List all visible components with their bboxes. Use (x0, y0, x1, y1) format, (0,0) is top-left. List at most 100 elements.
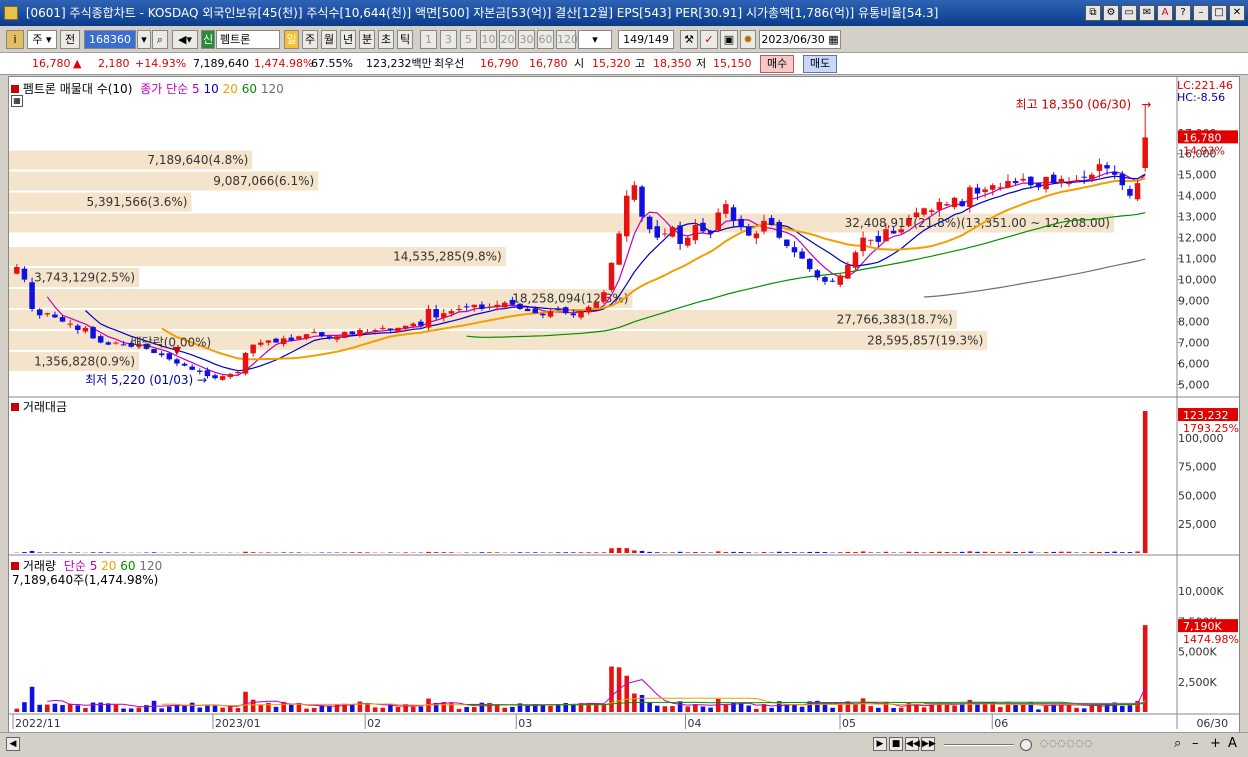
candle-body (433, 308, 439, 318)
candle-body (723, 204, 729, 214)
chart-canvas[interactable]: 1,356,828(0.9%) 28,595,857(19.3%) 27,766,3… (9, 77, 1239, 741)
volume-bar (45, 704, 50, 712)
buy-button[interactable]: 매수 (760, 55, 795, 73)
save-icon[interactable]: ▣ (720, 30, 738, 49)
amount-bar (494, 552, 500, 553)
code-dropdown-icon[interactable]: ▾ (137, 30, 151, 49)
search-icon[interactable]: ⌕ (152, 30, 168, 49)
zoom-in-button[interactable]: + (1210, 736, 1221, 751)
zoom-out-button[interactable]: – (1192, 736, 1199, 751)
interval-custom-input[interactable]: ▾ (578, 30, 612, 49)
amount-bar (921, 552, 927, 553)
stop-button[interactable]: ■ (889, 737, 903, 751)
count-field[interactable]: 149/149 (618, 30, 674, 49)
volume-bar (90, 702, 96, 712)
candle-body (1035, 182, 1042, 188)
amount-bar (708, 552, 713, 553)
candle-body (1012, 181, 1019, 184)
period-week[interactable]: 주 (302, 30, 318, 49)
period-day[interactable]: 일 (284, 30, 299, 49)
help-icon[interactable]: ? (1175, 5, 1191, 21)
amount-panel-title[interactable]: 거래대금 (23, 400, 67, 414)
amount-bar (45, 552, 50, 553)
font-icon[interactable]: A (1157, 5, 1173, 21)
ma20-label[interactable]: 20 (223, 82, 238, 96)
table-icon[interactable]: ▦ (11, 95, 23, 107)
stock-name-field[interactable]: 펨트론 (216, 30, 280, 49)
period-tick[interactable]: 틱 (397, 30, 413, 49)
layout-icon[interactable]: ▭ (1121, 5, 1137, 21)
amount-bar (1074, 552, 1079, 553)
amount-bar (349, 552, 355, 553)
all-button[interactable]: 전 (60, 30, 80, 49)
interval-60[interactable]: 60 (537, 30, 554, 49)
period-month[interactable]: 월 (321, 30, 337, 49)
interval-10[interactable]: 10 (480, 30, 497, 49)
interval-1[interactable]: 1 (420, 30, 437, 49)
link-window-icon[interactable]: ⧉ (1085, 5, 1101, 21)
interval-30[interactable]: 30 (518, 30, 535, 49)
date-input[interactable]: 2023/06/30 ▦ (759, 30, 841, 49)
x-tick-label: 06 (994, 717, 1008, 730)
y-tick-label: 6,000 (1178, 358, 1210, 371)
amount-bar (593, 552, 599, 553)
interval-20[interactable]: 20 (499, 30, 516, 49)
rewind-button[interactable]: ◀◀ (905, 737, 920, 751)
current-price: 16,780 (32, 57, 71, 70)
scroll-left-button[interactable]: ◀ (6, 737, 20, 751)
code-input[interactable]: 168360 (84, 30, 136, 49)
volume-bar (1036, 709, 1041, 712)
ma10-label[interactable]: 10 (203, 82, 218, 96)
volume-bar (273, 706, 279, 712)
volume-bar (898, 707, 904, 712)
indicator-icon[interactable]: ✓ (700, 30, 718, 49)
play-button[interactable]: ▶ (873, 737, 887, 751)
zoom-slider-thumb[interactable] (1020, 739, 1032, 751)
profile-label: 5,391,566(3.6%) (87, 195, 188, 209)
chart-area[interactable]: 1,356,828(0.9%) 28,595,857(19.3%) 27,766,3… (8, 76, 1240, 742)
interval-3[interactable]: 3 (440, 30, 457, 49)
candle-body (997, 187, 1004, 189)
open-price: 15,320 (592, 57, 631, 70)
font-size-button[interactable]: A (1228, 736, 1237, 751)
tool-icon[interactable]: ⚒ (680, 30, 698, 49)
volume-bar (1127, 705, 1133, 712)
settings-icon[interactable]: ⚙ (1103, 5, 1119, 21)
interval-120[interactable]: 120 (556, 30, 578, 49)
mail-icon[interactable]: ✉ (1139, 5, 1155, 21)
candle-body (845, 264, 851, 279)
market-kind-select[interactable]: 주 ▾ (27, 30, 57, 49)
ma-label[interactable]: 종가 단순 (140, 82, 188, 96)
main-panel-title[interactable]: 펨트론 매물대 수(10) (23, 82, 133, 96)
zoom-search-icon[interactable]: ⌕ (1174, 736, 1181, 751)
amount-bar (487, 552, 492, 553)
candle-body (36, 309, 43, 316)
period-second[interactable]: 초 (378, 30, 394, 49)
gear-icon[interactable]: ✹ (740, 30, 756, 49)
candle-body (898, 229, 904, 233)
volume-bar (662, 706, 668, 712)
ma60-label[interactable]: 60 (242, 82, 257, 96)
sell-button[interactable]: 매도 (803, 55, 838, 73)
minimize-button[interactable]: – (1193, 5, 1209, 21)
forward-button[interactable]: ▶▶ (921, 737, 936, 751)
interval-5[interactable]: 5 (460, 30, 477, 49)
trade-amount: 123,232백만 (366, 57, 432, 70)
amount-bar (952, 552, 957, 553)
candle-body (349, 331, 356, 335)
candle-body (585, 306, 592, 313)
candle-body (1111, 171, 1118, 175)
sound-icon[interactable]: ◀▾ (172, 30, 198, 49)
maximize-button[interactable]: □ (1211, 5, 1227, 21)
volume-bar (304, 708, 309, 712)
ma120-label[interactable]: 120 (261, 82, 284, 96)
period-minute[interactable]: 분 (359, 30, 375, 49)
window-titlebar: [0601] 주식종합차트 - KOSDAQ 외국인보유[45(천)] 주식수[… (0, 0, 1248, 26)
candle-body (906, 218, 912, 226)
candle-body (570, 313, 577, 316)
ma5-label[interactable]: 5 (192, 82, 200, 96)
stock-menu-icon[interactable]: i (6, 30, 24, 49)
close-button[interactable]: ✕ (1229, 5, 1245, 21)
zoom-slider-track[interactable] (944, 744, 1014, 746)
period-year[interactable]: 년 (340, 30, 356, 49)
